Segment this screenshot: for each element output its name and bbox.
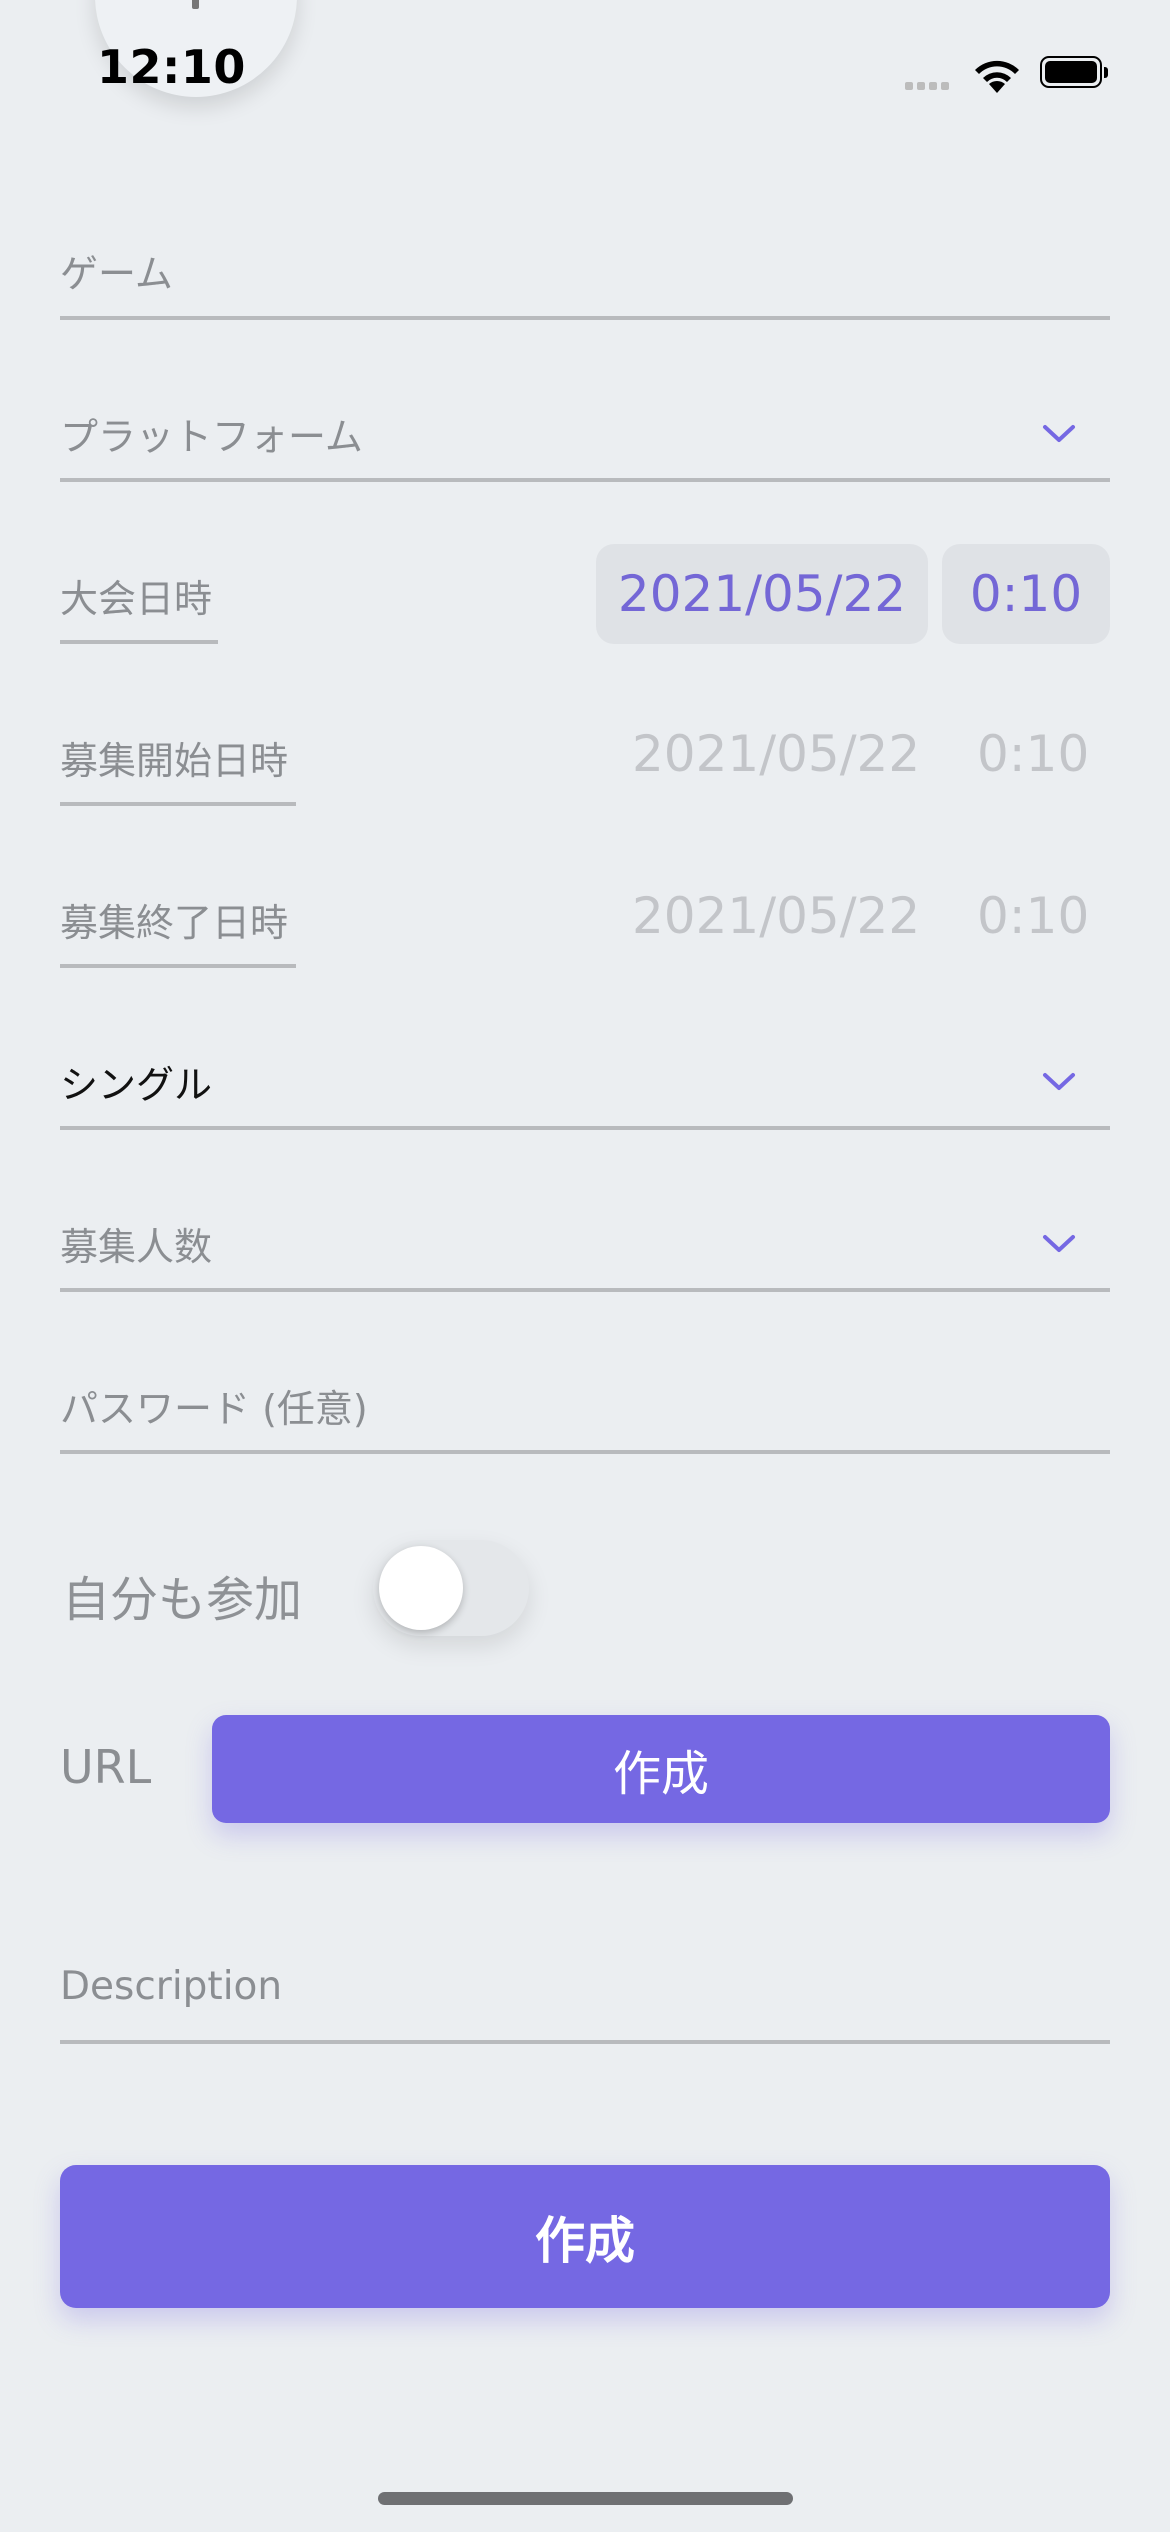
event-date-picker[interactable]: 2021/05/22 — [596, 544, 928, 644]
format-select-underline — [60, 1126, 1110, 1130]
plus-icon — [192, 0, 199, 9]
chevron-down-icon[interactable] — [1042, 424, 1076, 444]
event-datetime-label: 大会日時 — [60, 577, 213, 621]
game-input-underline — [60, 316, 1110, 320]
join-self-label: 自分も参加 — [62, 1572, 303, 1628]
password-input-underline — [60, 1450, 1110, 1454]
recruit-end-label: 募集終了日時 — [60, 901, 289, 945]
platform-select[interactable]: プラットフォーム — [60, 406, 363, 461]
recruit-start-date-picker[interactable]: 2021/05/22 — [632, 725, 920, 783]
recruit-end-time-picker[interactable]: 0:10 — [977, 887, 1089, 945]
recruit-start-time-picker[interactable]: 0:10 — [977, 725, 1089, 783]
password-input[interactable]: パスワード (任意) — [60, 1378, 368, 1433]
description-input[interactable]: Description — [60, 1964, 282, 2009]
battery-icon — [1040, 56, 1110, 90]
platform-select-underline — [60, 478, 1110, 482]
description-input-underline — [60, 2040, 1110, 2044]
toggle-knob — [379, 1546, 463, 1630]
event-datetime-underline — [60, 640, 218, 644]
create-url-button[interactable]: 作成 — [212, 1715, 1110, 1823]
status-time: 12:10 — [97, 40, 246, 94]
join-self-toggle[interactable] — [373, 1540, 529, 1636]
chevron-down-icon[interactable] — [1042, 1072, 1076, 1092]
submit-create-button[interactable]: 作成 — [60, 2165, 1110, 2308]
recruit-start-underline — [60, 802, 296, 806]
chevron-down-icon[interactable] — [1042, 1234, 1076, 1254]
recruit-end-underline — [60, 964, 296, 968]
capacity-select[interactable]: 募集人数 — [60, 1216, 212, 1271]
home-indicator — [378, 2492, 793, 2505]
capacity-select-underline — [60, 1288, 1110, 1292]
url-label: URL — [60, 1740, 152, 1794]
event-time-picker[interactable]: 0:10 — [942, 544, 1110, 644]
game-input[interactable]: ゲーム — [60, 243, 173, 298]
cellular-signal-icon — [905, 82, 960, 92]
format-select[interactable]: シングル — [60, 1054, 212, 1109]
wifi-icon — [975, 60, 1019, 93]
recruit-end-date-picker[interactable]: 2021/05/22 — [632, 887, 920, 945]
recruit-start-label: 募集開始日時 — [60, 739, 289, 783]
